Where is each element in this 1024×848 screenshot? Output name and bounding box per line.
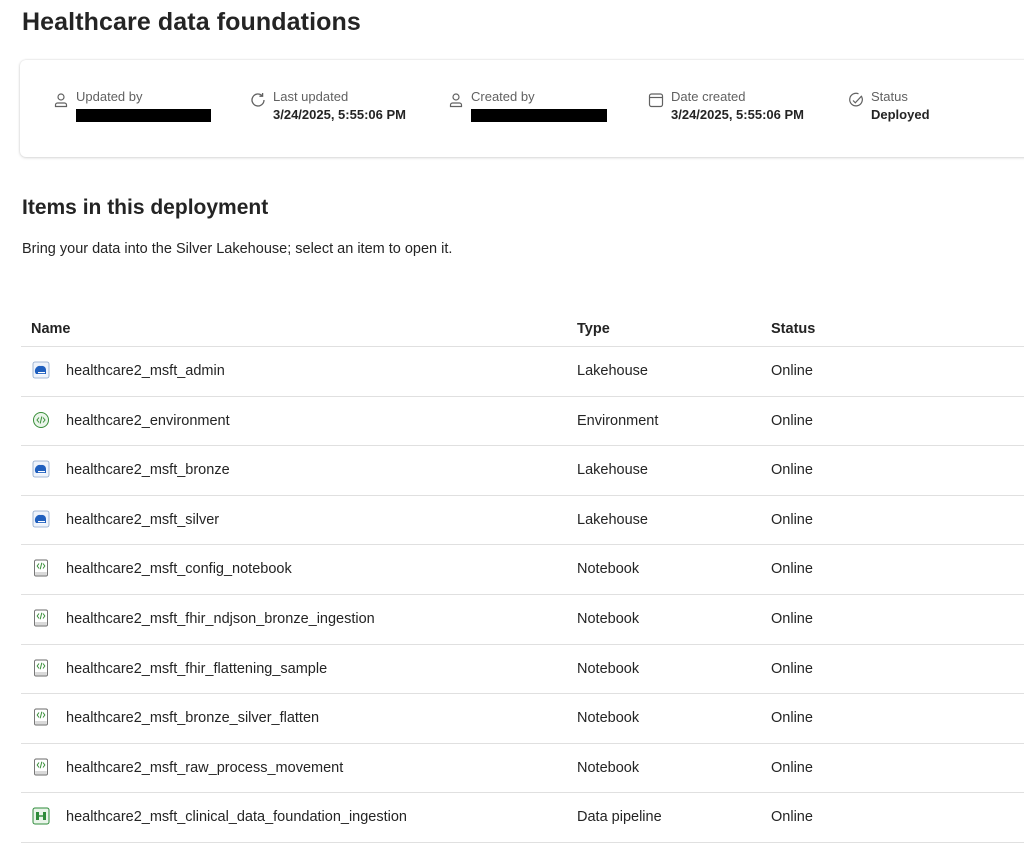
item-type: Lakehouse <box>577 462 648 479</box>
meta-label: Date created <box>671 89 746 104</box>
table-row[interactable]: healthcare2_msft_bronze Lakehouse Online <box>21 446 1024 496</box>
table-body: healthcare2_msft_admin Lakehouse Online hea… <box>21 347 1024 843</box>
table-row[interactable]: healthcare2_msft_raw_process_movement Not… <box>21 744 1024 794</box>
notebook-icon <box>32 609 50 627</box>
item-type: Data pipeline <box>577 809 662 826</box>
item-status: Online <box>771 759 813 776</box>
table-row[interactable]: healthcare2_msft_fhir_ndjson_bronze_inge… <box>21 595 1024 645</box>
status-check-icon <box>849 92 863 107</box>
item-name-link[interactable]: healthcare2_msft_silver <box>66 512 219 528</box>
item-name-link[interactable]: healthcare2_msft_admin <box>66 363 225 379</box>
notebook-icon <box>32 659 50 677</box>
redacted-value <box>471 109 607 122</box>
person-icon <box>449 93 463 108</box>
item-type: Notebook <box>577 710 640 727</box>
item-type: Notebook <box>577 610 640 627</box>
item-name-link[interactable]: healthcare2_msft_clinical_data_foundatio… <box>66 809 407 825</box>
lakehouse-icon <box>32 460 50 478</box>
column-header-status[interactable]: Status <box>771 321 815 337</box>
pipeline-icon <box>32 807 50 825</box>
section-description: Bring your data into the Silver Lakehous… <box>22 241 453 257</box>
notebook-icon <box>32 758 50 776</box>
item-type: Environment <box>577 412 659 429</box>
status-value: Deployed <box>871 107 930 122</box>
item-name-link[interactable]: healthcare2_msft_fhir_ndjson_bronze_inge… <box>66 611 375 627</box>
meta-value: 3/24/2025, 5:55:06 PM <box>273 107 406 122</box>
table-row[interactable]: healthcare2_msft_bronze_silver_flatten No… <box>21 694 1024 744</box>
meta-value: 3/24/2025, 5:55:06 PM <box>671 107 804 122</box>
item-name-link[interactable]: healthcare2_msft_raw_process_movement <box>66 760 343 776</box>
meta-label: Last updated <box>273 89 349 104</box>
table-row[interactable]: healthcare2_msft_admin Lakehouse Online <box>21 347 1024 397</box>
lakehouse-icon <box>32 510 50 528</box>
notebook-icon <box>32 708 50 726</box>
item-name-link[interactable]: healthcare2_environment <box>66 413 230 429</box>
item-name-link[interactable]: healthcare2_msft_fhir_flattening_sample <box>66 661 327 677</box>
item-name-link[interactable]: healthcare2_msft_bronze <box>66 462 230 478</box>
item-status: Online <box>771 660 813 677</box>
deployment-page: Healthcare data foundations Updated by L… <box>0 0 1024 848</box>
item-status: Online <box>771 561 813 578</box>
table-row[interactable]: healthcare2_environment Environment Online <box>21 397 1024 447</box>
item-status: Online <box>771 511 813 528</box>
column-header-type[interactable]: Type <box>577 321 610 337</box>
item-type: Notebook <box>577 660 640 677</box>
calendar-icon <box>648 93 664 108</box>
item-type: Notebook <box>577 561 640 578</box>
table-row[interactable]: healthcare2_msft_clinical_data_foundatio… <box>21 793 1024 843</box>
environment-icon <box>32 411 50 429</box>
item-status: Online <box>771 809 813 826</box>
lakehouse-icon <box>32 361 50 379</box>
item-name-link[interactable]: healthcare2_msft_bronze_silver_flatten <box>66 710 319 726</box>
column-header-name[interactable]: Name <box>31 321 71 337</box>
deployment-metadata-card: Updated by Last updated 3/24/2025, 5:55:… <box>20 60 1024 157</box>
redacted-value <box>76 109 211 122</box>
notebook-icon <box>32 559 50 577</box>
item-name-link[interactable]: healthcare2_msft_config_notebook <box>66 561 292 577</box>
table-row[interactable]: healthcare2_msft_config_notebook Notebook… <box>21 545 1024 595</box>
items-table: Name Type Status healthcare2_msft_admin L… <box>21 312 1024 843</box>
person-icon <box>54 93 68 108</box>
table-row[interactable]: healthcare2_msft_silver Lakehouse Online <box>21 496 1024 546</box>
item-type: Notebook <box>577 759 640 776</box>
item-status: Online <box>771 610 813 627</box>
meta-label: Updated by <box>76 89 143 104</box>
table-row[interactable]: healthcare2_msft_fhir_flattening_sample N… <box>21 645 1024 695</box>
page-title: Healthcare data foundations <box>22 8 361 36</box>
meta-label: Created by <box>471 89 535 104</box>
item-status: Online <box>771 462 813 479</box>
item-status: Online <box>771 412 813 429</box>
item-type: Lakehouse <box>577 363 648 379</box>
table-header: Name Type Status <box>21 312 1024 347</box>
section-title: Items in this deployment <box>22 196 269 219</box>
item-status: Online <box>771 710 813 727</box>
refresh-icon <box>251 93 265 107</box>
meta-label: Status <box>871 89 908 104</box>
item-status: Online <box>771 363 813 379</box>
item-type: Lakehouse <box>577 511 648 528</box>
